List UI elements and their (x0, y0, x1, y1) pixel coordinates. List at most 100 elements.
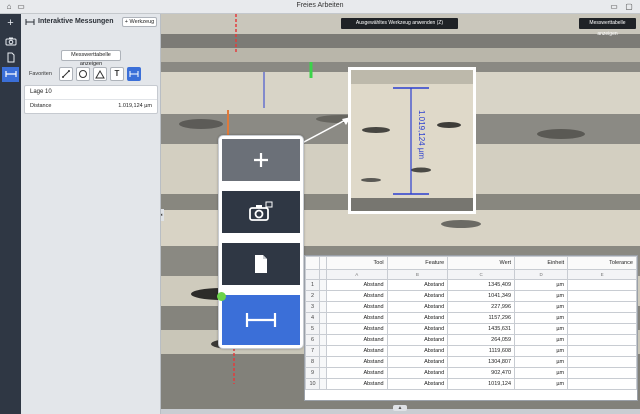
col-letter: E (567, 269, 637, 280)
cell-feature: Abstand (386, 312, 449, 324)
card-divider (25, 99, 157, 100)
row-number: 10 (305, 378, 320, 390)
corner-cell (305, 256, 320, 270)
chevron-up-icon[interactable]: ▲ (393, 405, 407, 411)
cell-tool: Abstand (326, 312, 388, 324)
cell-tool: Abstand (326, 356, 388, 368)
add-tool-button[interactable]: + Werkzeug (122, 17, 157, 27)
app-window: ⌂ ▭ Freies Arbeiten ▭ ▢ + Interaktive Me… (0, 0, 640, 414)
cell-tool: Abstand (326, 301, 388, 313)
cell-tolerance (567, 312, 637, 324)
cell-feature: Abstand (386, 334, 449, 346)
cell-tool: Abstand (326, 290, 388, 302)
document-button[interactable] (222, 243, 300, 285)
measurement-table-panel: Tool Feature Wert Einheit Tolerance A B … (304, 255, 638, 401)
row-number: 7 (305, 345, 320, 357)
cell-einheit: µm (514, 301, 569, 313)
cell-wert: 1041,349 (447, 290, 516, 302)
circle-tool-button[interactable] (76, 67, 90, 81)
angle-tool-button[interactable] (93, 67, 107, 81)
camera-button[interactable] (222, 191, 300, 233)
cell-feature: Abstand (386, 301, 449, 313)
check-header (319, 256, 327, 270)
table-row[interactable]: 5 Abstand Abstand 1435,631 µm (305, 323, 637, 335)
distance-icon (25, 19, 35, 25)
header-tool[interactable]: Tool (326, 256, 388, 270)
col-letter: C (447, 269, 516, 280)
header-wert[interactable]: Wert (447, 256, 516, 270)
distance-icon (245, 313, 277, 327)
zoomed-inset: 1.019,124 µm (348, 67, 476, 214)
cell-tolerance (567, 279, 637, 291)
plus-icon[interactable]: + (2, 16, 19, 31)
cell-tool: Abstand (326, 367, 388, 379)
header-einheit[interactable]: Einheit (514, 256, 569, 270)
table-row[interactable]: 2 Abstand Abstand 1041,349 µm (305, 290, 637, 302)
image-viewport[interactable]: Ausgewähltes Werkzeug anwenden (Z) Messw… (161, 14, 640, 414)
header-feature[interactable]: Feature (386, 256, 449, 270)
measurement-label: Distance (30, 103, 52, 109)
cell-einheit: µm (514, 334, 569, 346)
row-number: 5 (305, 323, 320, 335)
table-row[interactable]: 7 Abstand Abstand 1119,608 µm (305, 345, 637, 357)
row-number: 4 (305, 312, 320, 324)
table-column-letters: A B C D E (305, 269, 637, 280)
distance-tool-icon[interactable] (2, 67, 19, 82)
cell-einheit: µm (514, 378, 569, 390)
cell-tool: Abstand (326, 345, 388, 357)
circle-icon (79, 70, 87, 78)
chat-icon[interactable]: ▭ (609, 2, 619, 11)
cell-tolerance (567, 378, 637, 390)
collapse-panel-handle[interactable]: ◂ (161, 209, 164, 221)
distance-tool-button[interactable] (127, 67, 141, 81)
window-icon[interactable]: ▢ (624, 2, 634, 11)
row-number: 2 (305, 290, 320, 302)
table-row[interactable]: 6 Abstand Abstand 264,059 µm (305, 334, 637, 346)
show-table-button[interactable]: Messwerttabelle anzeigen (61, 50, 121, 67)
status-dot (217, 292, 226, 301)
show-table-overlay-button[interactable]: Messwerttabelle anzeigen (579, 18, 636, 37)
angle-icon (95, 69, 105, 79)
row-check (319, 378, 327, 390)
measurement-name: Lage 10 (30, 89, 52, 95)
cell-tolerance (567, 356, 637, 368)
document-icon[interactable] (2, 50, 19, 65)
cell-tool: Abstand (326, 279, 388, 291)
cell-wert: 1157,296 (447, 312, 516, 324)
row-check (319, 334, 327, 346)
cell-einheit: µm (514, 356, 569, 368)
table-row[interactable]: 3 Abstand Abstand 227,996 µm (305, 301, 637, 313)
cell-wert: 902,470 (447, 367, 516, 379)
table-row[interactable]: 8 Abstand Abstand 1304,807 µm (305, 356, 637, 368)
plus-button[interactable] (222, 139, 300, 181)
row-check (319, 290, 327, 302)
row-check (319, 323, 327, 335)
row-number: 1 (305, 279, 320, 291)
camera-icon (249, 201, 273, 221)
distance-tool-large-button[interactable] (217, 292, 300, 345)
cell-feature: Abstand (386, 378, 449, 390)
camera-icon[interactable] (2, 33, 19, 48)
cell-feature: Abstand (386, 279, 449, 291)
table-row[interactable]: 1 Abstand Abstand 1345,409 µm (305, 279, 637, 291)
header-tolerance[interactable]: Tolerance (567, 256, 637, 270)
cell-tool: Abstand (326, 323, 388, 335)
row-check (319, 301, 327, 313)
cell-tolerance (567, 323, 637, 335)
text-icon: T (114, 69, 120, 78)
col-letter: D (514, 269, 569, 280)
cell-wert: 1119,608 (447, 345, 516, 357)
line-tool-button[interactable] (59, 67, 73, 81)
bottom-scrollbar[interactable]: ▲ (161, 405, 640, 414)
table-row[interactable]: 9 Abstand Abstand 902,470 µm (305, 367, 637, 379)
cell-einheit: µm (514, 312, 569, 324)
table-row[interactable]: 4 Abstand Abstand 1157,296 µm (305, 312, 637, 324)
cell-einheit: µm (514, 279, 569, 291)
text-tool-button[interactable]: T (110, 67, 124, 81)
row-number: 6 (305, 334, 320, 346)
measurement-card[interactable]: Lage 10 Distance 1.019,124 µm (24, 85, 158, 114)
table-row[interactable]: 10 Abstand Abstand 1019,124 µm (305, 378, 637, 390)
measurement-panel: Interaktive Messungen + Werkzeug Messwer… (21, 14, 161, 414)
cell-einheit: µm (514, 323, 569, 335)
cell-einheit: µm (514, 290, 569, 302)
